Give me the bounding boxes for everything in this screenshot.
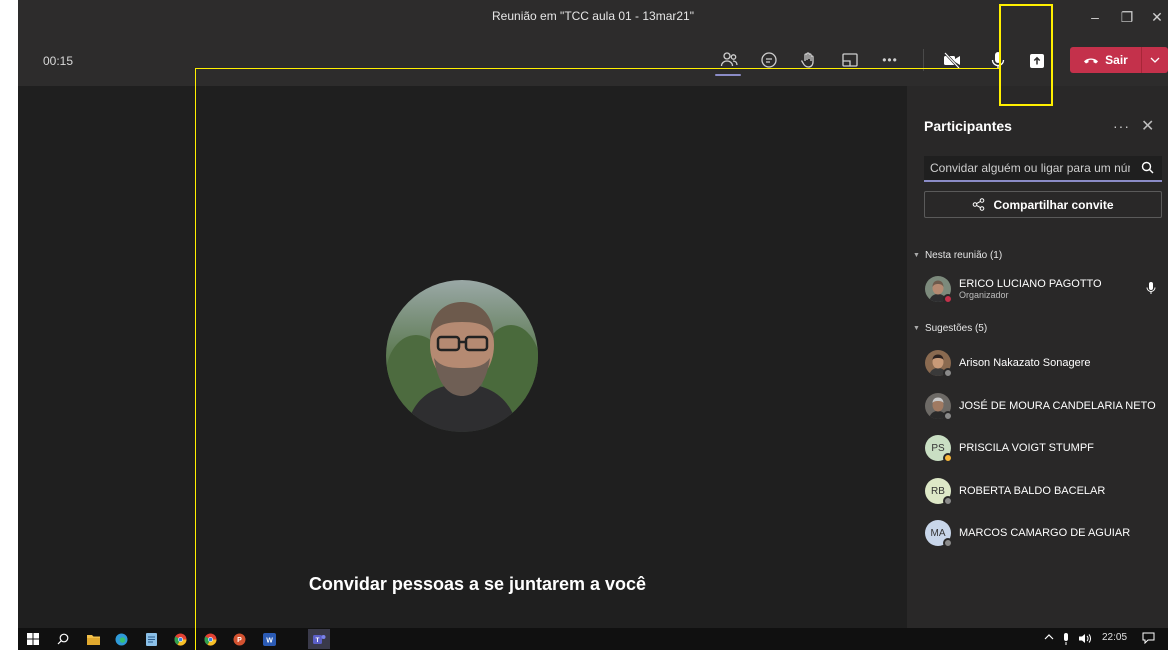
suggestion-name: MARCOS CAMARGO DE AGUIAR — [959, 527, 1131, 539]
minimize-button[interactable]: – — [1082, 6, 1108, 28]
powerpoint-icon[interactable]: P — [232, 632, 246, 646]
meeting-stage: Convidar pessoas a se juntarem a você — [18, 86, 907, 628]
collapse-triangle-icon: ▼ — [913, 325, 920, 332]
status-dot — [943, 368, 953, 378]
panel-title: Participantes — [924, 118, 1012, 134]
teams-icon[interactable]: T — [308, 629, 330, 649]
avatar — [925, 393, 953, 421]
notifications-icon[interactable] — [1142, 632, 1155, 647]
share-invite-label: Compartilhar convite — [993, 197, 1114, 212]
tray-chevron-up-icon[interactable] — [1044, 633, 1054, 644]
leave-main[interactable]: Sair — [1070, 47, 1141, 73]
collapse-triangle-icon: ▼ — [913, 252, 920, 259]
annotation-line — [195, 68, 196, 650]
suggestions-label: Sugestões (5) — [924, 323, 988, 334]
avatar: PS — [925, 435, 953, 463]
suggestion-row[interactable]: JOSÉ DE MOURA CANDELARIA NETO — [925, 391, 1168, 421]
in-meeting-label: Nesta reunião (1) — [924, 250, 1003, 261]
invite-people-message: Convidar pessoas a se juntarem a você — [308, 574, 647, 594]
windows-start-icon[interactable] — [26, 632, 40, 646]
search-icon[interactable] — [56, 632, 70, 646]
notepad-icon[interactable] — [144, 632, 158, 646]
participant-row[interactable]: ERICO LUCIANO PAGOTTO Organizador — [925, 274, 1168, 304]
panel-more-icon[interactable]: ··· — [1113, 118, 1130, 134]
suggestion-row[interactable]: MA MARCOS CAMARGO DE AGUIAR — [925, 518, 1168, 548]
svg-text:P: P — [237, 637, 242, 644]
windows-taskbar: P W T 22:05 — [18, 628, 1168, 650]
suggestion-name: ROBERTA BALDO BACELAR — [959, 485, 1106, 497]
edge-icon[interactable] — [114, 632, 128, 646]
tray-clock[interactable]: 22:05 — [1102, 632, 1127, 643]
organizer-photo — [386, 280, 538, 432]
chevron-down-icon — [1150, 57, 1160, 63]
participant-name: ERICO LUCIANO PAGOTTO — [959, 278, 1102, 290]
share-invite-button[interactable]: Compartilhar convite — [924, 191, 1162, 218]
close-window-button[interactable]: ✕ — [1144, 6, 1168, 28]
avatar: MA — [925, 520, 953, 548]
suggestion-name: JOSÉ DE MOURA CANDELARIA NETO — [959, 400, 1156, 412]
avatar — [925, 276, 953, 304]
invite-search-input[interactable] — [930, 161, 1130, 175]
search-icon[interactable] — [1141, 161, 1154, 174]
annotation-line — [195, 68, 999, 69]
maximize-button[interactable]: ❐ — [1114, 6, 1140, 28]
chrome-icon[interactable] — [203, 632, 217, 646]
svg-text:T: T — [315, 637, 319, 644]
panel-close-icon[interactable]: ✕ — [1141, 116, 1154, 136]
leave-button[interactable]: Sair — [1070, 47, 1168, 73]
suggestion-row[interactable]: RB ROBERTA BALDO BACELAR — [925, 476, 1168, 506]
teams-window: Reunião em "TCC aula 01 - 13mar21" – ❐ ✕… — [18, 0, 1168, 650]
chrome-icon[interactable] — [173, 632, 187, 646]
file-explorer-icon[interactable] — [86, 632, 100, 646]
participant-role: Organizador — [959, 290, 1009, 300]
tray-volume-icon[interactable] — [1078, 633, 1092, 647]
suggestion-name: PRISCILA VOIGT STUMPF — [959, 442, 1094, 454]
suggestion-row[interactable]: PS PRISCILA VOIGT STUMPF — [925, 433, 1168, 463]
in-meeting-section[interactable]: ▼ Nesta reunião (1) — [913, 250, 1002, 261]
svg-text:W: W — [266, 637, 273, 644]
leave-dropdown[interactable] — [1142, 47, 1168, 73]
suggestions-section[interactable]: ▼ Sugestões (5) — [913, 323, 987, 334]
avatar — [925, 350, 953, 378]
people-active-indicator — [715, 74, 741, 76]
share-link-icon — [973, 198, 985, 211]
title-bar: Reunião em "TCC aula 01 - 13mar21" – ❐ ✕ — [18, 0, 1168, 34]
status-dot — [943, 453, 953, 463]
suggestion-row[interactable]: Arison Nakazato Sonagere — [925, 348, 1168, 378]
leave-label: Sair — [1105, 53, 1128, 67]
meeting-timer: 00:15 — [43, 54, 74, 68]
meeting-toolbar: 00:15 ••• Sair — [18, 34, 1168, 86]
mic-icon — [1146, 282, 1156, 294]
window-title: Reunião em "TCC aula 01 - 13mar21" — [492, 9, 694, 23]
status-dot — [943, 538, 953, 548]
status-dot — [943, 496, 953, 506]
status-dot — [943, 411, 953, 421]
hangup-icon — [1084, 58, 1099, 64]
word-icon[interactable]: W — [262, 632, 276, 646]
status-dot — [943, 294, 953, 304]
avatar: RB — [925, 478, 953, 506]
participants-panel: Participantes ··· ✕ Compartilhar convite… — [907, 86, 1168, 628]
annotation-highlight-box — [999, 4, 1053, 106]
tray-mic-icon[interactable] — [1062, 633, 1070, 648]
suggestion-name: Arison Nakazato Sonagere — [959, 357, 1091, 369]
invite-search-field[interactable] — [924, 156, 1162, 182]
